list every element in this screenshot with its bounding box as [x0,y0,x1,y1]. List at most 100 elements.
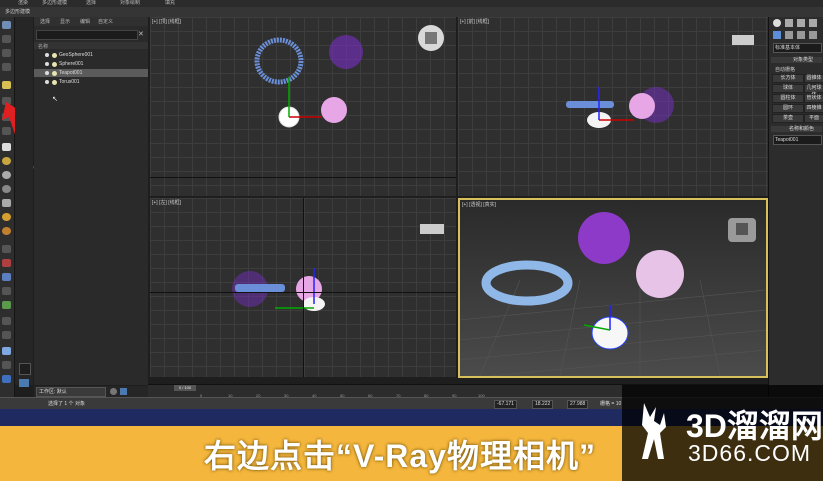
name-color-section[interactable]: 名称和颜色 [771,126,822,132]
sphere-persp [636,250,684,298]
scene-explorer: 选择 显示 编辑 自定义 ✕ 名称 GeoSphere001 Sphere001… [34,17,148,385]
scene-explorer-icon[interactable] [19,379,29,387]
explorer-menu: 选择 显示 编辑 自定义 [34,17,148,26]
viewport-left[interactable]: [+] [左] [线框] [150,198,456,377]
visibility-icon[interactable] [45,53,57,58]
teapot-icon[interactable] [2,227,11,235]
bone-icon[interactable] [2,317,11,325]
x-coordinate-field[interactable]: -67.171 [494,400,517,409]
menu-item-polygon-modeling[interactable]: 多边形建模 [42,0,67,7]
viewcube-icon[interactable] [728,218,756,242]
plane-button[interactable]: 平面 [804,114,823,123]
viewcube-icon[interactable] [420,224,444,234]
explorer-side-strip [15,17,33,387]
viewport-label-left[interactable]: [+] [左] [线框] [152,199,181,206]
layer-toggle-icon[interactable] [19,363,31,375]
status-message: 选择了 1 个 对象 [48,401,85,407]
light-icon[interactable] [2,81,11,89]
viewport-top[interactable]: [+] [顶] [线框] [150,17,456,196]
object-type-section[interactable]: 对象类型 [771,57,822,63]
material-icon[interactable] [2,361,11,369]
box-button[interactable]: 长方体 [772,74,804,83]
viewport-front[interactable]: [+] [前] [线框] [458,17,768,196]
sphere-top [321,97,347,123]
command-panel: 标准基本体 对象类型 自动栅格 长方体 圆锥体 球体 几何球体 圆柱体 管状体 … [768,17,823,397]
hierarchy-tab-icon[interactable] [797,19,805,27]
scene-icon[interactable] [120,388,127,395]
geometry-icon[interactable] [773,31,781,39]
auto-grid-checkbox[interactable]: 自动栅格 [775,66,795,73]
move-tool-icon[interactable] [2,35,11,43]
deer-logo-icon [642,403,666,459]
scale-tool-icon[interactable] [2,63,11,71]
particle-icon[interactable] [2,245,11,253]
viewport-label-perspective[interactable]: [+] [透视] [真实] [462,201,496,208]
torus-top [254,37,304,85]
y-coordinate-field[interactable]: 18.222 [532,400,554,409]
grid-size-label: 栅格 = 10 [600,401,622,407]
geosphere-top [329,35,363,69]
viewport-perspective[interactable]: [+] [透视] [真实] [458,198,768,378]
cylinder-button[interactable]: 圆柱体 [772,94,804,103]
dummy-icon[interactable] [2,331,11,339]
render-icon[interactable] [2,347,11,355]
teapot-button[interactable]: 茶壶 [772,114,804,123]
select-tool-icon[interactable] [2,21,11,29]
lights-icon[interactable] [797,31,805,39]
z-coordinate-field[interactable]: 27.988 [567,400,589,409]
create-tab-icon[interactable] [773,19,781,27]
cone-icon[interactable] [2,199,11,207]
layer-icon[interactable] [110,388,117,395]
explorer-row-teapot[interactable]: Teapot001 [34,69,148,77]
primitive-type-dropdown[interactable]: 标准基本体 [773,43,822,53]
explorer-menu-select[interactable]: 选择 [40,18,50,25]
explorer-column-header[interactable]: 名称 [34,42,148,50]
display-icon[interactable] [2,375,11,383]
explorer-menu-edit[interactable]: 编辑 [80,18,90,25]
sphere-button[interactable]: 球体 [772,84,804,93]
menu-item-selection[interactable]: 选择 [86,0,96,7]
menu-item-populate[interactable]: 填充 [165,0,175,7]
torus-button[interactable]: 圆环 [772,104,804,113]
sphere-front [629,93,655,119]
ribbon-title: 多边形建模 [5,9,31,15]
watermark-logo: 3D溜溜网 3D66.COM [622,385,823,481]
viewport-label-front[interactable]: [+] [前] [线框] [460,18,489,25]
cameras-icon[interactable] [809,31,817,39]
modifier-icon[interactable] [2,287,11,295]
modify-tab-icon[interactable] [785,19,793,27]
time-slider[interactable]: 0 / 100 [174,385,196,391]
explorer-menu-customize[interactable]: 自定义 [98,18,113,25]
viewcube-icon[interactable] [418,25,444,51]
menu-item-object-paint[interactable]: 对象绘制 [120,0,140,7]
close-search-icon[interactable]: ✕ [138,30,144,38]
shapes-icon[interactable] [785,31,793,39]
leaf-icon[interactable] [2,301,11,309]
sun-icon[interactable] [2,213,11,221]
explorer-row-geosphere[interactable]: GeoSphere001 [34,51,148,59]
wire-icon[interactable] [2,259,11,267]
motion-tab-icon[interactable] [809,19,817,27]
viewport-label-top[interactable]: [+] [顶] [线框] [152,18,181,25]
geosphere-button[interactable]: 几何球体 [804,84,823,98]
visibility-icon[interactable] [45,80,57,85]
torus-left [235,284,285,292]
workspace-dropdown[interactable]: 工作区: 默认 [36,387,106,397]
torus-icon[interactable] [2,185,11,193]
hierarchy-icon[interactable] [2,273,11,281]
torus-front [566,101,614,108]
explorer-row-torus[interactable]: Torus001 [34,78,148,86]
tube-button[interactable]: 管状体 [804,94,823,103]
viewcube-icon[interactable] [732,35,754,45]
pyramid-button[interactable]: 四棱锥 [804,104,823,113]
explorer-search-input[interactable] [36,30,138,40]
visibility-icon[interactable] [45,71,57,76]
visibility-icon[interactable] [45,62,57,67]
explorer-menu-display[interactable]: 显示 [60,18,70,25]
watermark-url: 3D66.COM [688,440,812,466]
explorer-row-sphere[interactable]: Sphere001 [34,60,148,68]
menu-item-render[interactable]: 渲染 [18,0,28,7]
cone-button[interactable]: 圆锥体 [804,74,823,83]
rotate-tool-icon[interactable] [2,49,11,57]
object-name-field[interactable]: Teapot001 [773,135,822,145]
